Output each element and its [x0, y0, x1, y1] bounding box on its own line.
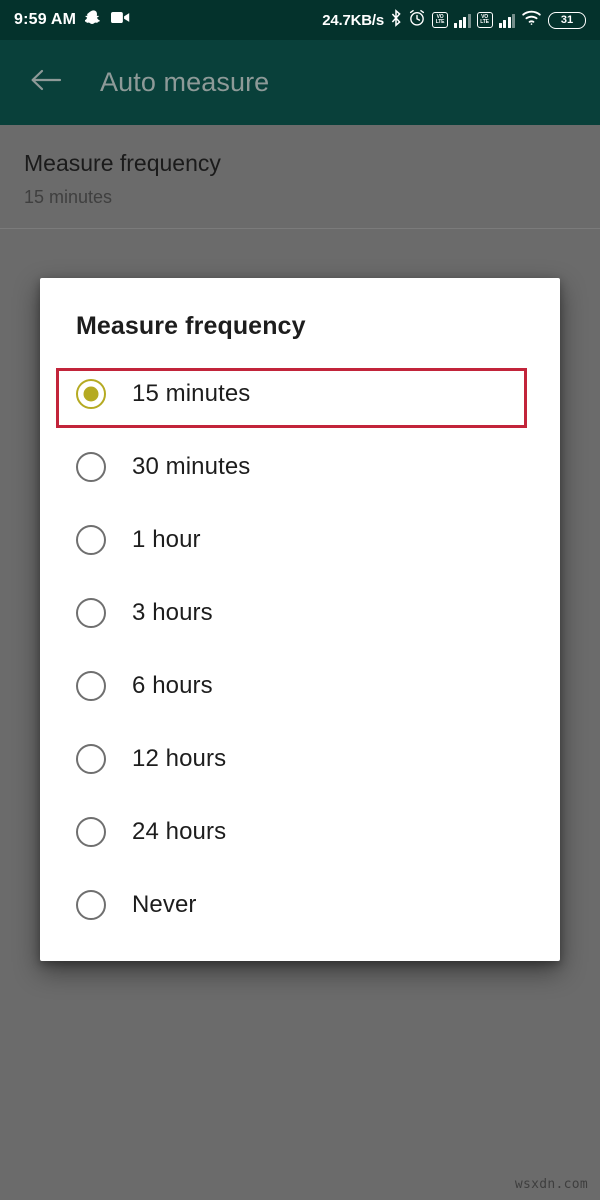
radio-button-icon[interactable]: [76, 889, 106, 920]
preference-summary: 15 minutes: [24, 187, 113, 208]
radio-option-label: 6 hours: [132, 671, 213, 699]
radio-option-row[interactable]: 30 minutes: [40, 430, 560, 503]
app-bar: Auto measure: [0, 40, 600, 125]
snapchat-icon: [84, 9, 102, 31]
battery-icon: 31: [548, 11, 586, 29]
radio-option-row[interactable]: 6 hours: [40, 649, 560, 722]
volte-label-bottom-2: LTE: [480, 19, 489, 25]
status-bar: 9:59 AM 24.7KB/s VO LTE VO LTE 31: [0, 0, 600, 40]
radio-option-label: 30 minutes: [132, 452, 251, 480]
radio-button-icon[interactable]: [76, 670, 106, 701]
back-button[interactable]: [18, 55, 74, 111]
radio-button-icon[interactable]: [76, 378, 106, 409]
radio-button-icon[interactable]: [76, 597, 106, 628]
radio-button-icon[interactable]: [76, 524, 106, 555]
radio-option-label: 24 hours: [132, 817, 227, 845]
status-clock: 9:59 AM: [14, 11, 77, 28]
radio-button-icon[interactable]: [76, 816, 106, 847]
network-speed-indicator: 24.7KB/s: [322, 11, 384, 29]
dialog-title: Measure frequency: [76, 312, 306, 340]
alarm-clock-icon: [408, 9, 426, 32]
volte-label-bottom: LTE: [435, 19, 445, 25]
radio-button-icon[interactable]: [76, 743, 106, 774]
signal-bars-icon-2: [498, 13, 515, 28]
measure-frequency-dialog: Measure frequency 15 minutes 30 minutes …: [40, 278, 560, 961]
radio-option-label: 3 hours: [132, 598, 213, 626]
back-arrow-icon: [29, 66, 63, 99]
radio-option-row[interactable]: 1 hour: [40, 503, 560, 576]
preference-measure-frequency[interactable]: Measure frequency 15 minutes: [0, 125, 600, 228]
radio-option-label: 1 hour: [132, 525, 201, 553]
battery-level-label: 31: [560, 13, 574, 26]
status-bar-right: 24.7KB/s VO LTE VO LTE 31: [322, 8, 586, 32]
wifi-icon: [521, 9, 542, 31]
bluetooth-icon: [390, 8, 402, 32]
radio-option-row[interactable]: 3 hours: [40, 576, 560, 649]
radio-option-list: 15 minutes 30 minutes 1 hour 3 hours 6 h…: [40, 357, 560, 943]
radio-option-row[interactable]: Never: [40, 868, 560, 941]
volte-icon-1: VO LTE: [432, 12, 448, 28]
radio-option-label: 15 minutes: [132, 379, 251, 407]
page-title: Auto measure: [100, 67, 270, 97]
radio-button-icon[interactable]: [76, 451, 106, 482]
volte-icon-2: VO LTE: [476, 12, 493, 28]
list-divider: [0, 228, 600, 230]
radio-option-row[interactable]: 24 hours: [40, 795, 560, 868]
signal-bars-icon-1: [454, 13, 471, 28]
radio-option-row[interactable]: 15 minutes: [40, 357, 560, 430]
radio-option-label: Never: [132, 890, 197, 918]
watermark: wsxdn.com: [514, 1177, 588, 1192]
video-camera-icon: [111, 10, 130, 30]
status-bar-left: 9:59 AM: [14, 9, 130, 31]
radio-option-row[interactable]: 12 hours: [40, 722, 560, 795]
preference-title: Measure frequency: [24, 150, 221, 176]
radio-option-label: 12 hours: [132, 744, 227, 772]
